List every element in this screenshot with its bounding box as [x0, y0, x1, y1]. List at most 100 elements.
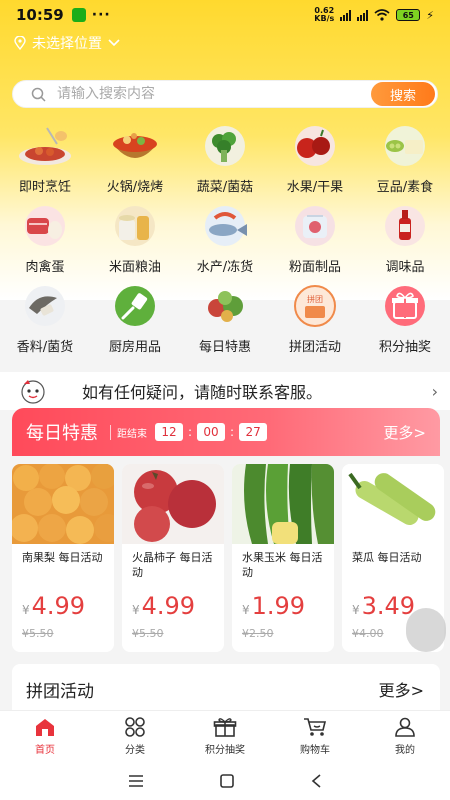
currency-symbol: ¥ — [22, 603, 30, 617]
category-label: 粉面制品 — [288, 260, 341, 275]
corn-image — [232, 464, 334, 544]
tofu-icon — [377, 124, 433, 168]
home-square-icon[interactable] — [220, 774, 234, 788]
product-price: ¥1.99 — [242, 592, 305, 620]
category-group-buy[interactable]: 拼团 拼团活动 — [270, 284, 360, 355]
chevron-right-icon: › — [431, 381, 438, 401]
grain-icon — [107, 204, 163, 248]
category-spices[interactable]: 香料/菌货 — [0, 284, 90, 355]
battery-level: 65 — [402, 10, 414, 20]
tab-cart[interactable]: 购物车 — [270, 711, 360, 762]
category-vegetables[interactable]: 蔬菜/菌菇 — [180, 124, 270, 195]
price-value: 1.99 — [251, 592, 306, 620]
group-buy-more-link[interactable]: 更多> — [379, 677, 424, 701]
category-noodles[interactable]: 粉面制品 — [270, 204, 360, 275]
net-speed-unit: KB/s — [314, 14, 335, 23]
hotpot-icon — [107, 124, 163, 168]
colon-separator: : — [188, 425, 193, 439]
location-pin-icon — [14, 36, 26, 50]
mushroom-icon — [17, 284, 73, 328]
category-label: 每日特惠 — [198, 340, 251, 355]
daily-deals-section: 每日特惠 距结束 12 : 00 : 27 更多> 南果梨 每日活动 ¥4.99… — [12, 408, 444, 658]
category-kitchen[interactable]: 厨房用品 — [90, 284, 180, 355]
category-beans[interactable]: 豆品/素食 — [360, 124, 450, 195]
product-name: 菜瓜 每日活动 — [352, 551, 422, 564]
category-points-lottery[interactable]: 积分抽奖 — [360, 284, 450, 355]
product-price: ¥4.99 — [22, 592, 85, 620]
charging-icon: ⚡ — [426, 8, 434, 22]
countdown-label: 距结束 — [110, 424, 147, 440]
product-list: 南果梨 每日活动 ¥4.99 ¥5.50 火晶柿子 每日活动 ¥4.99 ¥5.… — [12, 464, 444, 652]
user-icon — [395, 717, 415, 737]
product-card[interactable]: 水果玉米 每日活动 ¥1.99 ¥2.50 — [232, 464, 334, 652]
svg-text:拼团: 拼团 — [307, 294, 323, 304]
location-selector[interactable]: 未选择位置 — [14, 33, 120, 53]
product-card[interactable]: 火晶柿子 每日活动 ¥4.99 ¥5.50 — [122, 464, 224, 652]
back-icon[interactable] — [310, 774, 322, 788]
mascot-icon — [21, 380, 45, 404]
category-label: 香料/菌货 — [16, 340, 74, 355]
original-price: ¥2.50 — [242, 627, 274, 640]
search-input[interactable] — [13, 81, 371, 107]
countdown-minutes: 00 — [197, 423, 226, 441]
search-bar: 搜索 — [12, 80, 438, 108]
meat-icon — [17, 204, 73, 248]
category-hotpot[interactable]: 火锅/烧烤 — [90, 124, 180, 195]
system-navigation-bar — [0, 762, 450, 800]
location-text: 未选择位置 — [32, 36, 102, 52]
product-price: ¥3.49 — [352, 592, 415, 620]
status-time: 10:59 — [16, 6, 64, 24]
product-name: 水果玉米 每日活动 — [242, 551, 323, 579]
persimmons-image — [122, 464, 224, 544]
notice-bar[interactable]: 如有任何疑问，请随时联系客服。 › — [0, 372, 450, 410]
tab-categories[interactable]: 分类 — [90, 711, 180, 762]
cooked-dish-icon — [17, 124, 73, 168]
category-seasoning[interactable]: 调味品 — [360, 204, 450, 275]
notice-text: 如有任何疑问，请随时联系客服。 — [82, 383, 323, 402]
daily-deals-header: 每日特惠 距结束 12 : 00 : 27 更多> — [12, 408, 440, 456]
category-label: 米面粮油 — [108, 260, 161, 275]
gift-icon — [213, 718, 237, 737]
tab-points-lottery[interactable]: 积分抽奖 — [180, 711, 270, 762]
sauce-icon — [377, 204, 433, 248]
product-name: 火晶柿子 每日活动 — [132, 551, 213, 579]
colon-separator: : — [230, 425, 235, 439]
category-label: 水果/干果 — [286, 180, 344, 195]
category-label: 厨房用品 — [108, 340, 161, 355]
fish-icon — [197, 204, 253, 248]
chevron-down-icon — [108, 39, 120, 47]
currency-symbol: ¥ — [352, 603, 360, 617]
tab-label: 积分抽奖 — [205, 745, 245, 756]
product-price: ¥4.99 — [132, 592, 195, 620]
group-buy-title: 拼团活动 — [26, 681, 94, 702]
tab-home[interactable]: 首页 — [0, 711, 90, 762]
tab-label: 分类 — [125, 745, 145, 756]
product-card[interactable]: 南果梨 每日活动 ¥4.99 ¥5.50 — [12, 464, 114, 652]
zucchini-image — [342, 464, 444, 544]
grid-icon — [125, 717, 145, 737]
fruit-icon — [287, 124, 343, 168]
category-seafood[interactable]: 水产/冻货 — [180, 204, 270, 275]
signal-icon — [340, 9, 352, 21]
spatula-icon — [107, 284, 163, 328]
menu-icon[interactable] — [128, 775, 144, 787]
original-price: ¥5.50 — [132, 627, 164, 640]
floating-action-button[interactable] — [406, 608, 446, 652]
category-label: 拼团活动 — [288, 340, 341, 355]
category-grain[interactable]: 米面粮油 — [90, 204, 180, 275]
vegetables-icon — [197, 284, 253, 328]
category-meat[interactable]: 肉禽蛋 — [0, 204, 90, 275]
category-daily-deals[interactable]: 每日特惠 — [180, 284, 270, 355]
price-value: 4.99 — [141, 592, 196, 620]
tab-profile[interactable]: 我的 — [360, 711, 450, 762]
search-button[interactable]: 搜索 — [371, 82, 435, 106]
phone-app-icon — [71, 8, 86, 22]
daily-deals-more-link[interactable]: 更多> — [383, 422, 426, 443]
cart-icon — [304, 718, 327, 736]
category-instant-cooking[interactable]: 即时烹饪 — [0, 124, 90, 195]
net-speed: 0.62 KB/s — [314, 7, 334, 23]
product-name: 南果梨 每日活动 — [22, 551, 103, 564]
original-price: ¥5.50 — [22, 627, 54, 640]
category-fruits[interactable]: 水果/干果 — [270, 124, 360, 195]
currency-symbol: ¥ — [132, 603, 140, 617]
